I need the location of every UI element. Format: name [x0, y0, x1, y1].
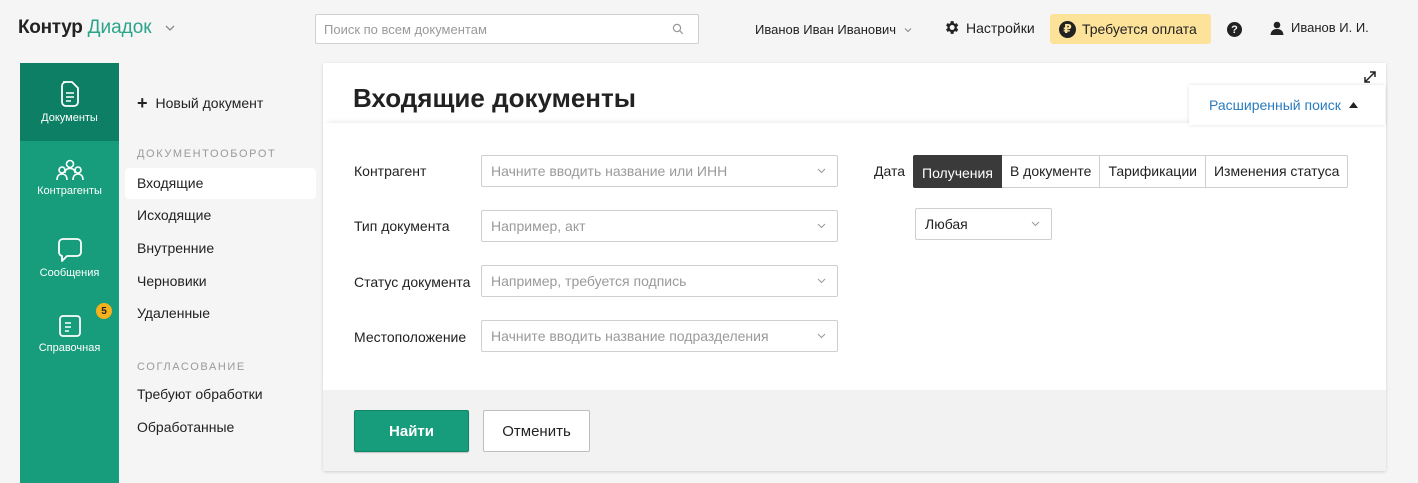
sidebar-item-messages[interactable]: Сообщения: [20, 237, 119, 279]
cancel-button[interactable]: Отменить: [483, 410, 590, 452]
advanced-search-toggle[interactable]: Расширенный поиск: [1189, 85, 1385, 125]
chevron-down-icon[interactable]: [164, 22, 176, 34]
date-tab-in-document[interactable]: В документе: [1001, 155, 1101, 188]
nav-item-incoming[interactable]: Входящие: [125, 168, 316, 199]
payment-label: Требуется оплата: [1082, 21, 1197, 37]
sidebar-item-documents[interactable]: Документы: [20, 63, 119, 141]
settings-label: Настройки: [966, 19, 1035, 36]
account-menu[interactable]: Иванов И. И.: [1270, 20, 1369, 35]
page-title: Входящие документы: [353, 83, 636, 113]
book-icon: [58, 315, 81, 337]
app-logo[interactable]: Контур Диадок: [18, 17, 176, 39]
account-name: Иванов И. И.: [1291, 20, 1369, 35]
chevron-down-icon: [817, 223, 826, 229]
global-search: [315, 14, 699, 44]
help-icon[interactable]: ?: [1227, 22, 1242, 37]
chevron-down-icon: [904, 27, 912, 32]
filter-label-location: Местоположение: [354, 329, 467, 345]
filter-label-doc-status: Статус документа: [354, 274, 471, 290]
form-footer: Найти Отменить: [323, 390, 1386, 471]
date-tab-status-change[interactable]: Изменения статуса: [1205, 155, 1349, 188]
advanced-search-label: Расширенный поиск: [1209, 97, 1341, 113]
nav-item-outgoing[interactable]: Исходящие: [137, 207, 211, 223]
nav-item-deleted[interactable]: Удаленные: [137, 305, 210, 321]
section-header-workflow: ДОКУМЕНТООБОРОТ: [137, 148, 277, 160]
logo-brand: Контур: [18, 17, 83, 38]
section-header-approval: СОГЛАСОВАНИЕ: [137, 361, 246, 373]
organization-user-menu[interactable]: Иванов Иван Иванович: [755, 22, 913, 37]
find-button[interactable]: Найти: [354, 410, 469, 452]
sidebar-item-label: Сообщения: [39, 267, 100, 279]
documents-nav: + Новый документ ДОКУМЕНТООБОРОТ Входящи…: [119, 63, 323, 483]
people-icon: [55, 159, 84, 181]
nav-item-drafts[interactable]: Черновики: [137, 273, 207, 289]
date-range-value: Любая: [925, 216, 968, 232]
date-tab-received[interactable]: Получения: [913, 155, 1002, 188]
new-document-button[interactable]: + Новый документ: [137, 93, 264, 113]
top-bar: Контур Диадок Иванов Иван Иванович Настр…: [0, 0, 1418, 60]
document-status-select[interactable]: Например, требуется подпись: [481, 265, 838, 297]
advanced-search-form: Контрагент Начните вводить название или …: [323, 123, 1386, 390]
document-icon: [60, 81, 79, 107]
filter-label-doc-type: Тип документа: [354, 218, 450, 234]
nav-item-processed[interactable]: Обработанные: [137, 419, 234, 435]
new-document-label: Новый документ: [155, 95, 264, 111]
location-placeholder: Начните вводить название подразделения: [491, 328, 769, 344]
triangle-up-icon: [1348, 102, 1358, 108]
date-range-select[interactable]: Любая: [915, 208, 1052, 240]
user-full-name: Иванов Иван Иванович: [755, 22, 897, 37]
chevron-down-icon: [817, 278, 826, 284]
sidebar-item-label: Контрагенты: [37, 185, 102, 197]
plus-icon: +: [137, 93, 148, 113]
user-icon: [1270, 21, 1284, 35]
document-type-select[interactable]: Например, акт: [481, 210, 838, 242]
logo-product: Диадок: [87, 17, 152, 38]
main-sidebar: Документы Контрагенты Сообщения Справочн…: [20, 63, 119, 483]
chat-icon: [57, 238, 82, 262]
ruble-icon: ₽: [1059, 20, 1076, 38]
sidebar-item-label: Справочная: [38, 342, 101, 354]
sidebar-item-counterparties[interactable]: Контрагенты: [20, 159, 119, 197]
sidebar-item-reference[interactable]: Справочная: [20, 314, 119, 354]
search-icon[interactable]: [672, 23, 684, 35]
document-status-placeholder: Например, требуется подпись: [491, 273, 687, 289]
chevron-down-icon: [1031, 221, 1040, 227]
sidebar-item-label: Документы: [41, 112, 98, 124]
date-type-tabs: Получения В документе Тарификации Измене…: [913, 155, 1349, 188]
filter-label-counterparty: Контрагент: [354, 163, 427, 179]
date-tab-billing[interactable]: Тарификации: [1100, 155, 1206, 188]
counterparty-select[interactable]: Начните вводить название или ИНН: [481, 155, 838, 187]
gear-icon: [946, 21, 959, 34]
chevron-down-icon: [817, 333, 826, 339]
chevron-down-icon: [817, 168, 826, 174]
expand-icon[interactable]: [1364, 71, 1376, 83]
location-select[interactable]: Начните вводить название подразделения: [481, 320, 838, 352]
nav-item-pending[interactable]: Требуют обработки: [137, 386, 263, 402]
search-input[interactable]: [316, 15, 656, 43]
settings-link[interactable]: Настройки: [943, 19, 1035, 36]
nav-item-internal[interactable]: Внутренние: [137, 240, 214, 256]
date-filter-label: Дата: [874, 163, 906, 179]
document-type-placeholder: Например, акт: [491, 218, 586, 234]
counterparty-placeholder: Начните вводить название или ИНН: [491, 163, 728, 179]
payment-required-badge[interactable]: ₽ Требуется оплата: [1050, 14, 1211, 44]
notification-badge: 5: [96, 303, 112, 319]
main-panel: Входящие документы Контрагент Начните вв…: [323, 63, 1386, 471]
